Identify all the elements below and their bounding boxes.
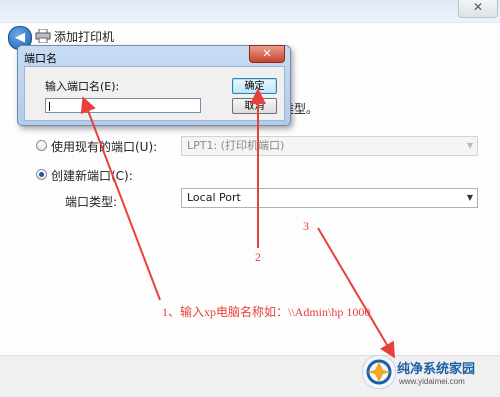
wizard-title: 添加打印机: [54, 30, 115, 44]
ok-button[interactable]: 确定: [232, 78, 277, 94]
window-close-button[interactable]: ✕: [458, 0, 498, 18]
existing-port-value: LPT1: (打印机端口): [187, 139, 285, 152]
port-name-field-label: 输入端口名(E):: [45, 80, 120, 93]
chevron-down-icon: ▼: [466, 141, 473, 150]
dialog-body: 输入端口名(E): 确定 取消: [24, 66, 285, 121]
chevron-down-icon: ▼: [466, 193, 473, 202]
port-name-dialog: 端口名 ✕ 输入端口名(E): 确定 取消: [17, 45, 291, 126]
new-port-label: 创建新端口(C):: [51, 169, 133, 183]
watermark-brand: 纯净系统家园: [397, 362, 476, 377]
printer-icon: [35, 29, 51, 43]
new-port-radio[interactable]: [36, 169, 47, 180]
text-caret: [49, 102, 50, 111]
port-type-value: Local Port: [187, 191, 241, 204]
watermark-logo: 纯净系统家园 www.yidaimei.com: [360, 352, 496, 392]
dialog-title: 端口名: [24, 52, 57, 65]
port-type-label: 端口类型:: [65, 195, 118, 209]
window-top-strip: [0, 0, 500, 23]
port-type-select[interactable]: Local Port ▼: [181, 188, 478, 208]
annotation-step3: 3: [303, 219, 309, 233]
annotation-step2: 2: [255, 250, 261, 264]
existing-port-label: 使用现有的端口(U):: [51, 140, 158, 154]
dialog-close-button[interactable]: ✕: [249, 45, 285, 63]
cancel-button[interactable]: 取消: [232, 98, 277, 114]
logo-icon: [362, 355, 396, 389]
port-name-input[interactable]: [45, 98, 201, 113]
existing-port-radio[interactable]: [36, 140, 47, 151]
annotation-step1: 1、输入xp电脑名称如：\\Admin\hp 1000: [162, 305, 371, 319]
watermark-url: www.yidaimei.com: [399, 377, 465, 386]
existing-port-select: LPT1: (打印机端口) ▼: [181, 136, 478, 156]
